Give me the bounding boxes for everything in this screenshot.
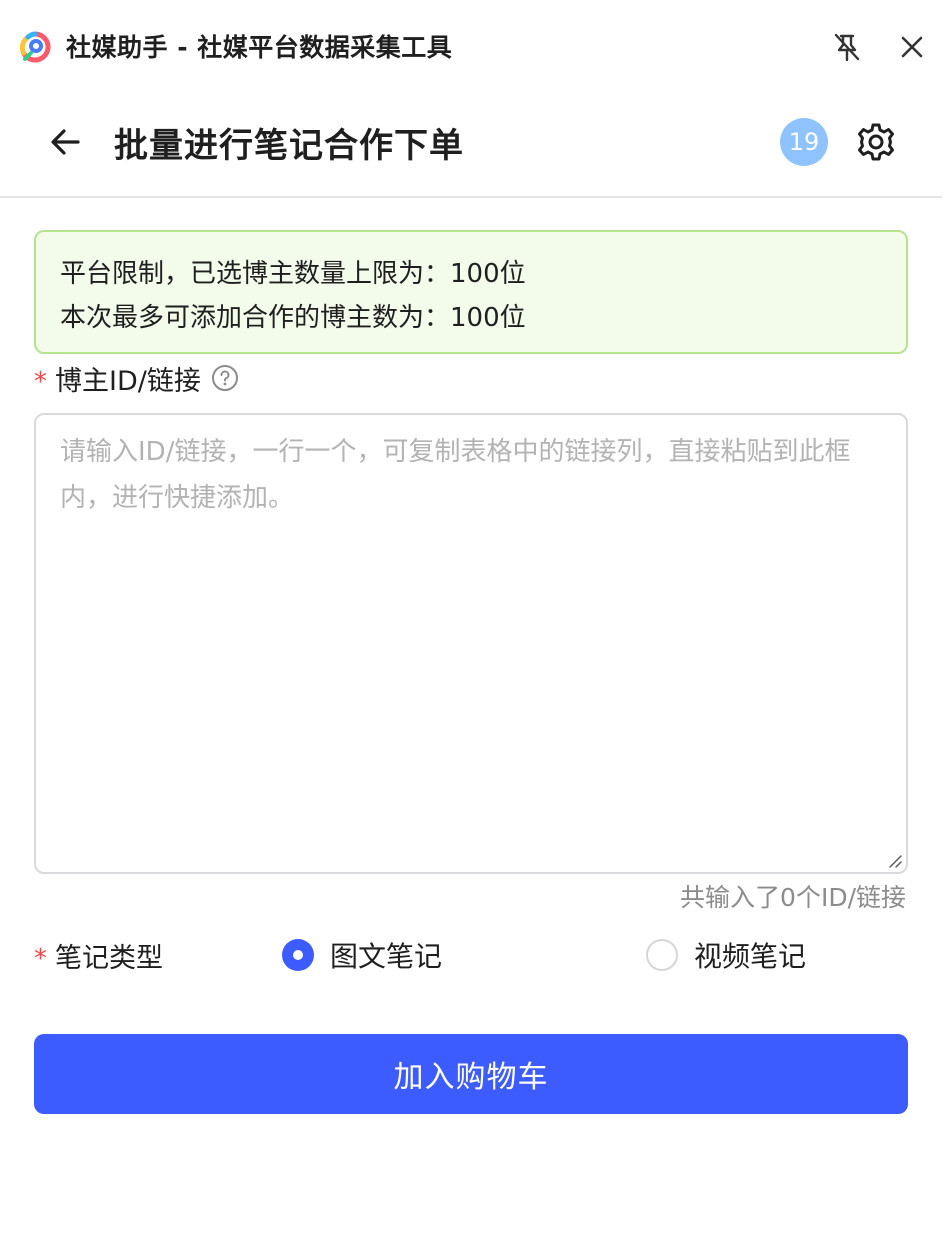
add-to-cart-button[interactable]: 加入购物车 <box>34 1034 908 1114</box>
required-mark: * <box>34 367 47 397</box>
notice-line-limit: 平台限制，已选博主数量上限为：100位 <box>60 259 526 289</box>
page-title: 批量进行笔记合作下单 <box>114 126 464 166</box>
close-icon[interactable] <box>895 30 929 64</box>
radio-label: 视频笔记 <box>694 940 807 973</box>
radio-unchecked-icon[interactable] <box>646 939 678 971</box>
creator-field-label: * 博主ID/链接 <box>34 360 239 397</box>
radio-label: 图文笔记 <box>330 940 443 973</box>
required-mark: * <box>34 944 47 974</box>
note-type-label-text: 笔记类型 <box>55 942 163 974</box>
notification-count-badge[interactable]: 19 <box>780 118 828 166</box>
header-divider <box>0 196 942 198</box>
gear-icon[interactable] <box>854 120 898 164</box>
notice-line-available: 本次最多可添加合作的博主数为：100位 <box>60 303 526 333</box>
radio-checked-icon[interactable] <box>282 939 314 971</box>
note-type-row: * 笔记类型 图文笔记 视频笔记 <box>34 935 908 975</box>
title-bar: 社媒助手 - 社媒平台数据采集工具 <box>0 0 952 92</box>
app-logo-icon <box>19 31 51 63</box>
app-title: 社媒助手 - 社媒平台数据采集工具 <box>66 33 453 62</box>
radio-video-note[interactable]: 视频笔记 <box>646 935 806 975</box>
page-header: 批量进行笔记合作下单 19 <box>0 92 952 196</box>
creator-input-wrapper <box>34 413 908 874</box>
app-window: 社媒助手 - 社媒平台数据采集工具 批量进行笔记合作下单 19 平台限制，已选博… <box>0 0 952 1240</box>
radio-image-note[interactable]: 图文笔记 <box>282 935 442 975</box>
creator-label-text: 博主ID/链接 <box>55 365 201 397</box>
note-type-label: * 笔记类型 <box>34 935 163 975</box>
question-circle-icon[interactable] <box>211 364 239 392</box>
input-counter: 共输入了0个ID/链接 <box>680 883 906 912</box>
arrow-left-icon[interactable] <box>44 120 88 164</box>
limit-notice: 平台限制，已选博主数量上限为：100位 本次最多可添加合作的博主数为：100位 <box>34 230 908 354</box>
unpin-icon[interactable] <box>830 30 864 64</box>
creator-ids-textarea[interactable] <box>36 415 906 872</box>
